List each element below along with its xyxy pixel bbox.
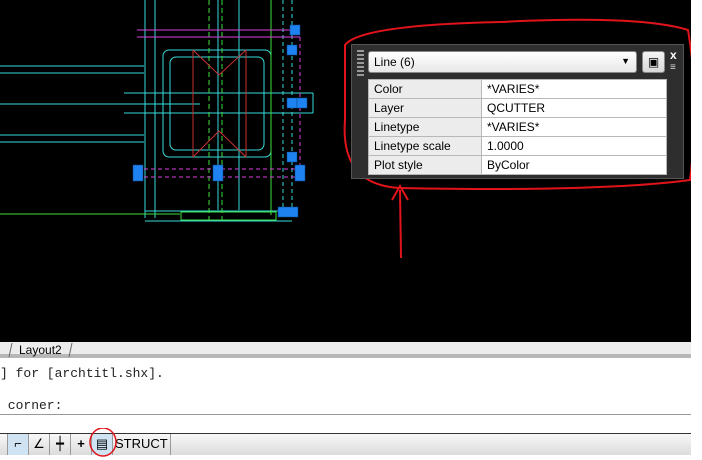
drawing-canvas[interactable]: Line (6) ▼ ▣ x ≡ Color *VARIES* Layer QCUTT… [0, 0, 691, 342]
ortho-button[interactable] [0, 434, 8, 455]
property-value[interactable]: *VARIES* [481, 79, 667, 99]
layout-tabs: Layout2 [0, 342, 691, 358]
property-label: Color [368, 79, 482, 99]
property-value[interactable]: *VARIES* [481, 117, 667, 137]
quick-properties-panel: Line (6) ▼ ▣ x ≡ Color *VARIES* Layer QCUTT… [351, 44, 684, 179]
command-history-line: ] for [archtitl.shx]. [0, 366, 164, 381]
select-objects-button[interactable]: ▣ [642, 51, 665, 73]
property-label: Linetype [368, 117, 482, 137]
drag-grip-icon[interactable] [357, 50, 364, 78]
property-row: Linetype scale 1.0000 [368, 136, 667, 156]
select-objects-icon: ▣ [647, 55, 660, 69]
command-window[interactable]: ] for [archtitl.shx]. corner: [0, 362, 691, 434]
tab-label: Layout2 [19, 343, 62, 357]
tab-layout2[interactable]: Layout2 [8, 343, 73, 357]
property-value[interactable]: QCUTTER [481, 98, 667, 118]
options-menu-icon[interactable]: ≡ [670, 62, 676, 73]
property-label: Plot style [368, 155, 482, 175]
selected-object-type: Line (6) [374, 55, 415, 69]
command-separator [0, 414, 691, 415]
chevron-down-icon: ▼ [621, 56, 630, 66]
object-type-dropdown[interactable]: Line (6) ▼ [368, 51, 637, 73]
property-row: Linetype *VARIES* [368, 117, 667, 137]
annotation-circle [89, 428, 117, 457]
property-row: Layer QCUTTER [368, 98, 667, 118]
annotation-arrow [391, 183, 409, 259]
property-value[interactable]: ByColor [481, 155, 667, 175]
properties-table: Color *VARIES* Layer QCUTTER Linetype *VARI… [368, 79, 667, 175]
property-row: Plot style ByColor [368, 155, 667, 175]
polar-icon[interactable]: ∠ [29, 434, 50, 455]
close-icon[interactable]: x [670, 48, 677, 62]
command-prompt-line: corner: [0, 398, 63, 413]
property-value[interactable]: 1.0000 [481, 136, 667, 156]
property-label: Linetype scale [368, 136, 482, 156]
property-row: Color *VARIES* [368, 79, 667, 99]
osnap-icon[interactable]: ┿ [50, 434, 71, 455]
ortho-icon[interactable]: ⌐ [8, 434, 29, 455]
status-bar: ⌐ ∠ ┿ + ▤ STRUCT [0, 428, 691, 457]
property-label: Layer [368, 98, 482, 118]
